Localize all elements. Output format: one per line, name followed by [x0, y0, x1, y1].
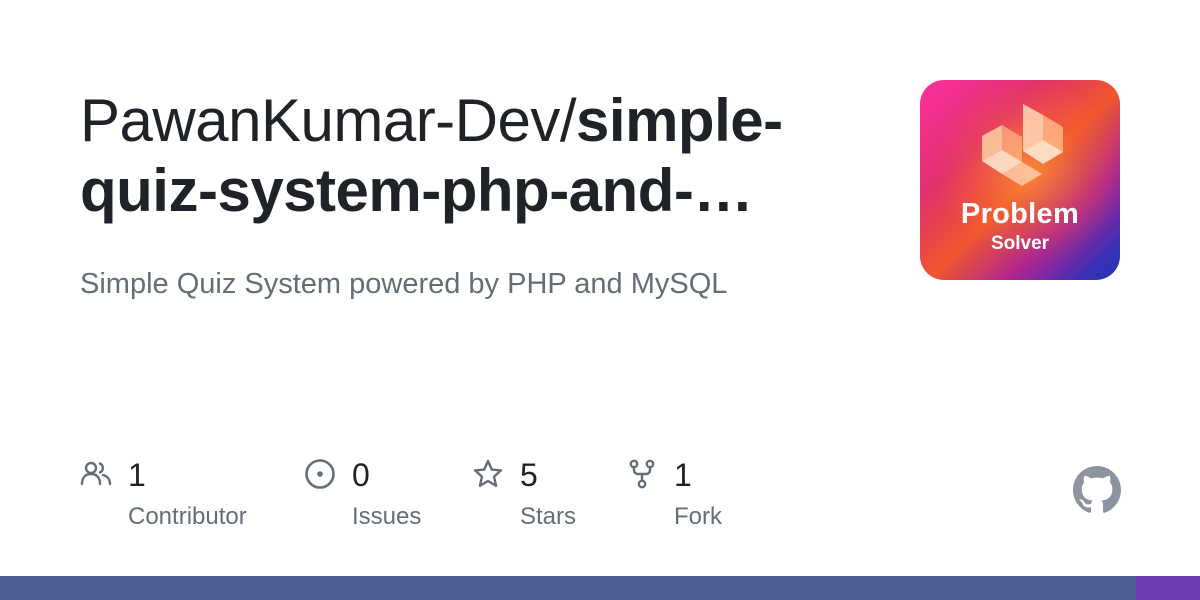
repo-title[interactable]: PawanKumar-Dev/simple- quiz-system-php-a… [80, 86, 880, 226]
language-bar [0, 576, 1200, 600]
repo-forked-icon [629, 459, 655, 489]
issues-label: Issues [352, 503, 422, 530]
people-icon [80, 461, 112, 486]
contributors-count: 1 [128, 457, 146, 493]
avatar-subtitle: Solver [990, 233, 1050, 254]
forks-label: Fork [674, 503, 722, 530]
language-segment-other [1136, 576, 1200, 600]
stars-count: 5 [520, 457, 538, 493]
forks-count: 1 [674, 457, 692, 493]
stars-label: Stars [520, 503, 577, 530]
contributors-label: Contributor [128, 503, 247, 530]
language-segment-php [0, 576, 1137, 600]
issues-count: 0 [352, 457, 370, 493]
star-icon [473, 459, 503, 487]
github-mark-icon[interactable] [1073, 466, 1121, 514]
repo-name-line1: simple- [576, 87, 783, 154]
social-preview-card: PawanKumar-Dev/simple- quiz-system-php-a… [0, 0, 1200, 600]
avatar-title: Problem [960, 198, 1080, 230]
owner-avatar[interactable]: Problem Solver [920, 80, 1120, 280]
repo-owner: PawanKumar-Dev/ [80, 87, 577, 154]
repo-description: Simple Quiz System powered by PHP and My… [80, 268, 728, 300]
repo-name-line2: quiz-system-php-and-… [80, 157, 753, 224]
issue-opened-icon [305, 459, 335, 489]
